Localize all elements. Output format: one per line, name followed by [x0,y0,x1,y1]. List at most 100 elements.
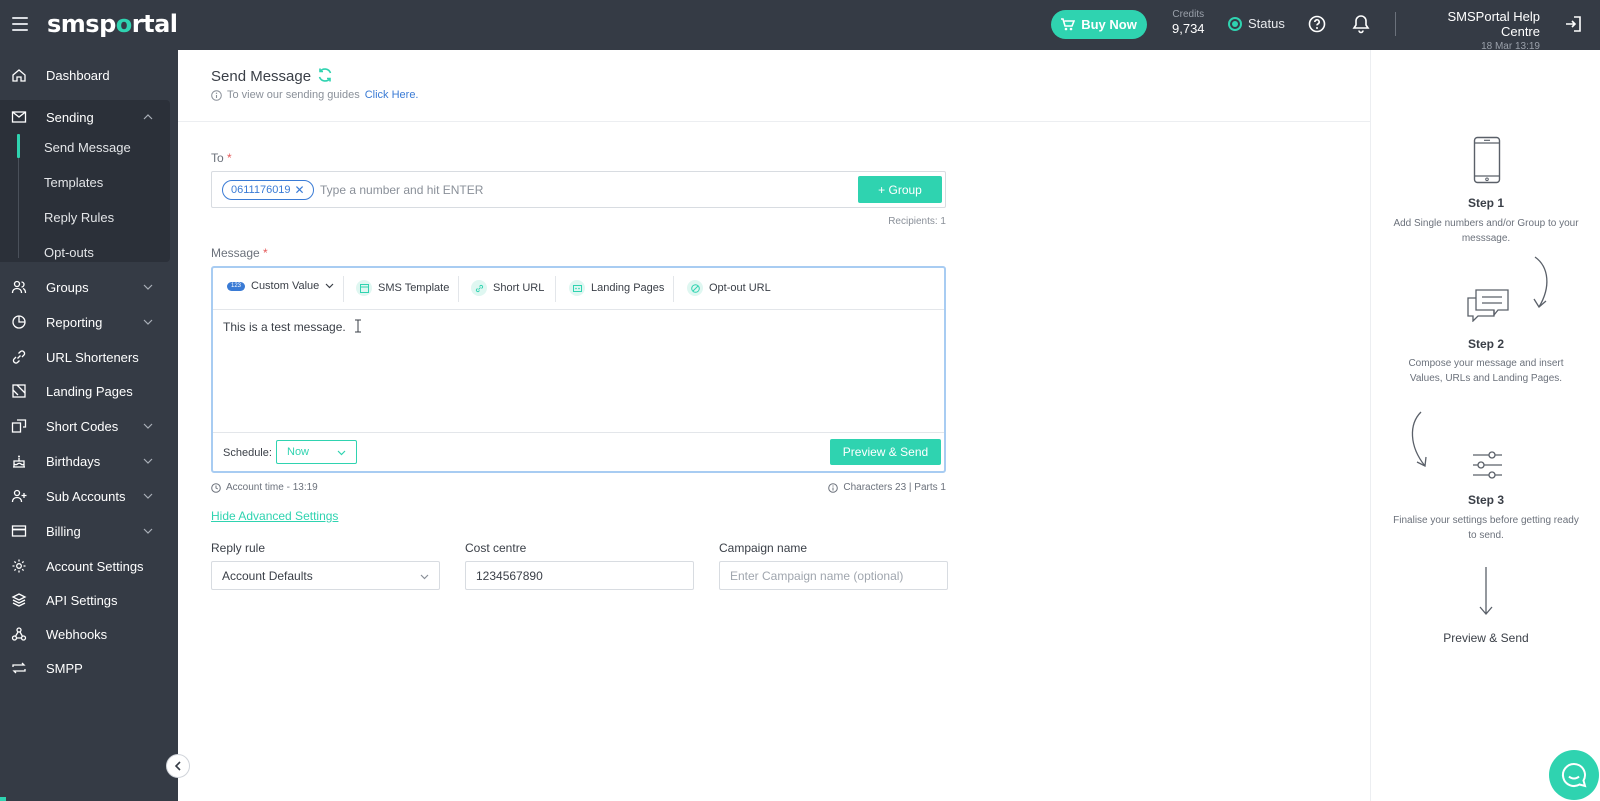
block-icon [687,280,703,296]
preview-send-button[interactable]: Preview & Send [830,439,941,465]
sidebar-item-landing-pages[interactable]: Landing Pages [0,374,178,408]
clock-icon [211,482,221,493]
arrow-down-icon [1479,567,1493,615]
sms-template-button[interactable]: SMS Template [356,280,449,296]
recipient-input[interactable] [320,180,720,200]
sidebar-item-label: SMPP [46,660,83,676]
sidebar-item-url-shorteners[interactable]: URL Shorteners [0,340,178,374]
landing-pages-button[interactable]: Landing Pages [569,280,664,296]
link-icon [471,280,487,296]
sidebar-item-webhooks[interactable]: Webhooks [0,617,178,651]
sidebar-item-label: Reporting [46,314,103,330]
sidebar-item-smpp[interactable]: SMPP [0,651,178,685]
campaign-name-input[interactable] [730,568,947,583]
optout-url-button[interactable]: Opt-out URL [687,280,771,296]
optout-url-label: Opt-out URL [709,282,771,294]
schedule-value: Now [287,446,310,458]
sidebar-item-api-settings[interactable]: API Settings [0,583,178,617]
custom-value-icon: 123 [227,281,245,291]
sidebar-item-dashboard[interactable]: Dashboard [0,58,178,92]
sidebar-item-label: API Settings [46,592,118,608]
steps-panel: Step 1 Add Single numbers and/or Group t… [1370,50,1600,801]
guide-text: To view our sending guides [227,89,360,101]
message-footer: Schedule: Now Preview & Send [213,432,944,471]
sidebar-subitem-reply-rules[interactable]: Reply Rules [44,210,114,225]
cart-icon [1061,18,1076,31]
chevron-up-icon [143,114,153,120]
help-centre-label: SMSPortal Help Centre [1447,9,1540,39]
credits-label: Credits [1172,9,1205,20]
sidebar-item-birthdays[interactable]: Birthdays [0,444,178,478]
reply-rule-select[interactable]: Account Defaults [211,561,440,590]
step-final-label: Preview & Send [1443,631,1529,645]
to-field[interactable]: 0611176019 ✕ + Group [211,171,946,208]
cost-centre-input[interactable] [476,568,693,583]
user-plus-icon [11,489,27,503]
sidebar-subitem-templates[interactable]: Templates [44,175,103,190]
sidebar-item-sub-accounts[interactable]: Sub Accounts [0,479,178,513]
logo-part: o [115,10,133,38]
sidebar-item-short-codes[interactable]: Short Codes [0,409,178,443]
refresh-icon[interactable] [317,67,333,83]
account-time-text: Account time - 13:19 [226,482,318,493]
cake-icon [13,455,25,468]
sidebar-item-groups[interactable]: Groups [0,270,178,304]
guide-link[interactable]: Click Here. [365,89,419,101]
landing-pages-label: Landing Pages [591,282,665,294]
status-button[interactable]: Status [1228,16,1285,31]
hide-advanced-settings-link[interactable]: Hide Advanced Settings [211,509,338,523]
buy-now-button[interactable]: Buy Now [1051,10,1147,39]
recipient-chip: 0611176019 ✕ [222,180,314,200]
collapse-sidebar-button[interactable] [166,754,190,778]
hamburger-menu-icon[interactable] [12,17,28,31]
custom-value-button[interactable]: 123 Custom Value [227,280,334,292]
step-2-title: Step 2 [1467,337,1504,351]
add-group-button[interactable]: + Group [858,176,942,203]
help-centre[interactable]: SMSPortal Help Centre 18 Mar 13:19 [1410,9,1540,52]
sidebar-subitem-opt-outs[interactable]: Opt-outs [44,245,94,260]
sidebar-item-label: Birthdays [46,453,101,469]
sidebar-item-label: Sending [46,109,94,125]
schedule-select[interactable]: Now [276,440,357,464]
cost-centre-field[interactable] [465,561,694,590]
curved-arrow-icon [1533,256,1548,308]
page-title: Send Message [211,68,312,85]
custom-value-label: Custom Value [251,280,320,292]
step-1-title: Step 1 [1467,196,1504,210]
help-icon[interactable] [1308,15,1326,33]
chevron-down-icon [420,574,429,580]
short-url-button[interactable]: Short URL [471,280,544,296]
recipient-chip-label: 0611176019 [231,184,291,196]
bell-icon[interactable] [1352,14,1370,34]
required-mark: * [263,246,268,260]
bottom-accent [0,797,6,801]
sidebar-item-reporting[interactable]: Reporting [0,305,178,339]
step-2-description: Compose your message and insert Values, … [1408,358,1564,384]
chevron-down-icon [143,493,153,499]
chevron-down-icon [143,423,153,429]
credits-value: 9,734 [1172,21,1205,36]
message-textarea[interactable]: This is a test message. [223,320,346,334]
repeat-icon [12,662,26,674]
logo-part: rtal [131,10,178,38]
recipients-count: Recipients: 1 [888,216,946,227]
sidebar-item-label: Account Settings [46,558,144,574]
page-header [178,50,1370,122]
account-time: Account time - 13:19 [211,482,318,493]
sidebar-item-billing[interactable]: Billing [0,514,178,548]
chat-support-button[interactable] [1549,750,1599,800]
logout-icon[interactable] [1564,15,1582,33]
step-1-description: Add Single numbers and/or Group to your … [1393,218,1579,244]
info-icon [828,482,839,493]
short-codes-icon [11,419,27,433]
sidebar-item-account-settings[interactable]: Account Settings [0,549,178,583]
message-editor: 123 Custom Value SMS Template Short URL … [211,266,946,473]
logo[interactable]: smsportal [47,10,178,38]
sidebar-item-sending[interactable]: Sending [0,100,178,134]
chevron-down-icon [143,458,153,464]
campaign-name-field[interactable] [719,561,948,590]
sidebar-subitem-send-message[interactable]: Send Message [44,140,131,155]
chevron-down-icon [337,450,346,456]
chevron-down-icon [143,284,153,290]
close-icon[interactable]: ✕ [295,183,305,197]
